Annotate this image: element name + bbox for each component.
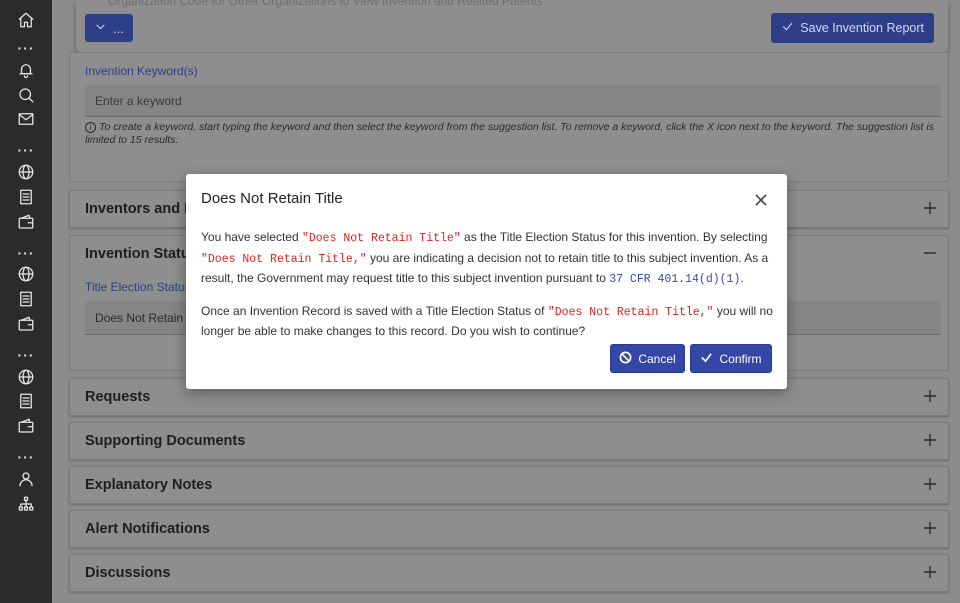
cancel-button[interactable]: Cancel: [610, 344, 685, 373]
globe-icon[interactable]: [16, 264, 36, 284]
wallet-icon[interactable]: [16, 416, 36, 436]
wallet-icon[interactable]: [16, 212, 36, 232]
check-icon: [781, 20, 794, 36]
plus-icon: [922, 520, 938, 536]
plus-icon: [922, 476, 938, 492]
accordion-explanatory-notes[interactable]: Explanatory Notes: [69, 466, 949, 504]
plus-icon: [922, 200, 938, 216]
sidebar: ··· ··· ··· ··· ···: [0, 0, 52, 603]
bell-icon[interactable]: [16, 60, 36, 80]
check-icon: [700, 351, 713, 367]
more-dots-icon[interactable]: ···: [16, 450, 36, 464]
more-dots-icon[interactable]: ···: [16, 348, 36, 362]
more-dots-icon[interactable]: ···: [16, 41, 36, 55]
plus-icon: [922, 432, 938, 448]
accordion-alert-notifications[interactable]: Alert Notifications: [69, 510, 949, 548]
info-icon: i: [85, 122, 96, 133]
globe-icon[interactable]: [16, 367, 36, 387]
status-code-text: "Does Not Retain Title,": [201, 252, 367, 266]
document-icon[interactable]: [16, 391, 36, 411]
wallet-icon[interactable]: [16, 314, 36, 334]
accordion-supporting-documents[interactable]: Supporting Documents: [69, 422, 949, 460]
search-chat-icon[interactable]: [16, 85, 36, 105]
title-election-label: Title Election Status: [85, 280, 191, 294]
more-dots-icon[interactable]: ···: [16, 143, 36, 157]
confirm-button[interactable]: Confirm: [690, 344, 772, 373]
dialog-paragraph-2: Once an Invention Record is saved with a…: [201, 303, 773, 339]
keyword-input[interactable]: Enter a keyword: [85, 85, 941, 117]
action-toolbar: Organization Code for Other Organization…: [76, 0, 948, 52]
dialog-title: Does Not Retain Title: [201, 190, 343, 207]
globe-icon[interactable]: [16, 162, 36, 182]
more-dots-icon[interactable]: ···: [16, 246, 36, 260]
dialog-body: You have selected "Does Not Retain Title…: [201, 228, 773, 353]
save-invention-report-button[interactable]: Save Invention Report: [771, 13, 934, 43]
plus-icon: [922, 388, 938, 404]
more-actions-button[interactable]: ...: [85, 14, 133, 42]
status-code-text: "Does Not Retain Title": [301, 232, 461, 245]
close-icon[interactable]: [754, 193, 768, 207]
user-icon[interactable]: [16, 469, 36, 489]
minus-icon[interactable]: [922, 245, 938, 266]
chevron-down-icon: [94, 20, 107, 36]
regulation-reference: 37 CFR 401.14(d)(1): [609, 273, 741, 286]
keyword-section: [69, 52, 949, 182]
faded-section-label: Organization Code for Other Organization…: [108, 0, 543, 8]
ban-icon: [619, 351, 632, 367]
dialog-paragraph-1: You have selected "Does Not Retain Title…: [201, 230, 769, 286]
document-icon[interactable]: [16, 289, 36, 309]
document-icon[interactable]: [16, 187, 36, 207]
home-icon[interactable]: [16, 10, 36, 30]
keyword-label: Invention Keyword(s): [85, 64, 198, 78]
confirm-dialog: Does Not Retain Title You have selected …: [186, 174, 787, 389]
accordion-discussions[interactable]: Discussions: [69, 554, 949, 592]
status-code-text: "Does Not Retain Title,": [547, 305, 714, 319]
org-chart-icon[interactable]: [16, 494, 36, 514]
plus-icon: [922, 564, 938, 580]
keyword-help-text: i To create a keyword, start typing the k…: [85, 121, 934, 146]
mail-icon[interactable]: [16, 109, 36, 129]
